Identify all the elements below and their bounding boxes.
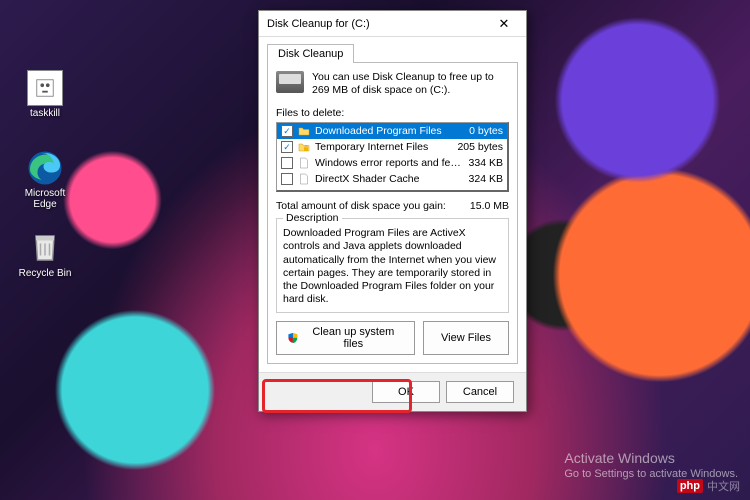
total-value: 15.0 MB — [470, 200, 509, 212]
checkbox[interactable] — [281, 157, 293, 169]
total-label: Total amount of disk space you gain: — [276, 200, 446, 212]
file-icon — [297, 156, 311, 170]
item-size: 334 KB — [463, 157, 503, 169]
item-size: 324 KB — [463, 173, 503, 185]
drive-icon — [276, 71, 304, 93]
button-label: OK — [398, 386, 414, 398]
edge-icon — [27, 150, 63, 186]
lock-folder-icon — [297, 140, 311, 154]
window-title: Disk Cleanup for (C:) — [267, 18, 486, 30]
checkbox[interactable] — [281, 141, 293, 153]
description-group: Description Downloaded Program Files are… — [276, 218, 509, 313]
clean-system-files-button[interactable]: Clean up system files — [276, 321, 415, 355]
uac-shield-icon — [287, 332, 299, 344]
desktop-icon-label: taskkill — [15, 108, 75, 119]
item-name: Downloaded Program Files — [315, 125, 463, 137]
intro-row: You can use Disk Cleanup to free up to 2… — [276, 71, 509, 97]
dialog-footer: OK Cancel — [259, 372, 526, 411]
checkbox[interactable] — [281, 173, 293, 185]
file-list[interactable]: Downloaded Program Files 0 bytes Tempora… — [276, 122, 509, 192]
item-name: Temporary Internet Files — [315, 141, 451, 153]
close-button[interactable]: ✕ — [486, 13, 522, 35]
activation-watermark: Activate Windows Go to Settings to activ… — [564, 450, 738, 480]
description-text: Downloaded Program Files are ActiveX con… — [283, 227, 502, 306]
action-button-row: Clean up system files View Files — [276, 321, 509, 355]
batch-file-icon — [27, 70, 63, 106]
list-item[interactable]: DirectX Shader Cache 324 KB — [277, 171, 507, 187]
item-name: Windows error reports and feedback di... — [315, 157, 463, 169]
desktop-icon-recycle-bin[interactable]: Recycle Bin — [15, 230, 75, 279]
desktop-icon-taskkill[interactable]: taskkill — [15, 70, 75, 119]
disk-cleanup-dialog: Disk Cleanup for (C:) ✕ Disk Cleanup You… — [258, 10, 527, 412]
desktop-icon-label: Recycle Bin — [15, 268, 75, 279]
logo-badge: php — [677, 479, 703, 493]
watermark-title: Activate Windows — [564, 450, 738, 466]
checkbox[interactable] — [281, 125, 293, 137]
item-size: 0 bytes — [463, 125, 503, 137]
item-size: 205 bytes — [451, 141, 503, 153]
item-name: DirectX Shader Cache — [315, 173, 463, 185]
tab-disk-cleanup[interactable]: Disk Cleanup — [267, 44, 354, 63]
recycle-bin-icon — [27, 230, 63, 266]
intro-text: You can use Disk Cleanup to free up to 2… — [312, 71, 509, 97]
list-item[interactable]: Downloaded Program Files 0 bytes — [277, 123, 507, 139]
desktop-icon-label: Microsoft Edge — [15, 188, 75, 210]
title-bar[interactable]: Disk Cleanup for (C:) ✕ — [259, 11, 526, 37]
description-legend: Description — [283, 212, 342, 224]
total-row: Total amount of disk space you gain: 15.… — [276, 200, 509, 212]
files-to-delete-label: Files to delete: — [276, 107, 509, 119]
button-label: Cancel — [463, 386, 497, 398]
desktop-background: taskkill Microsoft Edge Recycle Bin Disk… — [0, 0, 750, 500]
file-icon — [297, 172, 311, 186]
list-item[interactable]: Windows error reports and feedback di...… — [277, 155, 507, 171]
folder-icon — [297, 124, 311, 138]
desktop-icon-edge[interactable]: Microsoft Edge — [15, 150, 75, 210]
button-label: Clean up system files — [303, 326, 404, 350]
list-item[interactable]: Temporary Internet Files 205 bytes — [277, 139, 507, 155]
tab-content: You can use Disk Cleanup to free up to 2… — [267, 62, 518, 364]
button-label: View Files — [441, 332, 491, 344]
site-watermark: php 中文网 — [677, 478, 740, 494]
logo-text: 中文网 — [707, 478, 740, 494]
cancel-button[interactable]: Cancel — [446, 381, 514, 403]
ok-button[interactable]: OK — [372, 381, 440, 403]
tab-strip: Disk Cleanup — [259, 37, 526, 62]
view-files-button[interactable]: View Files — [423, 321, 509, 355]
